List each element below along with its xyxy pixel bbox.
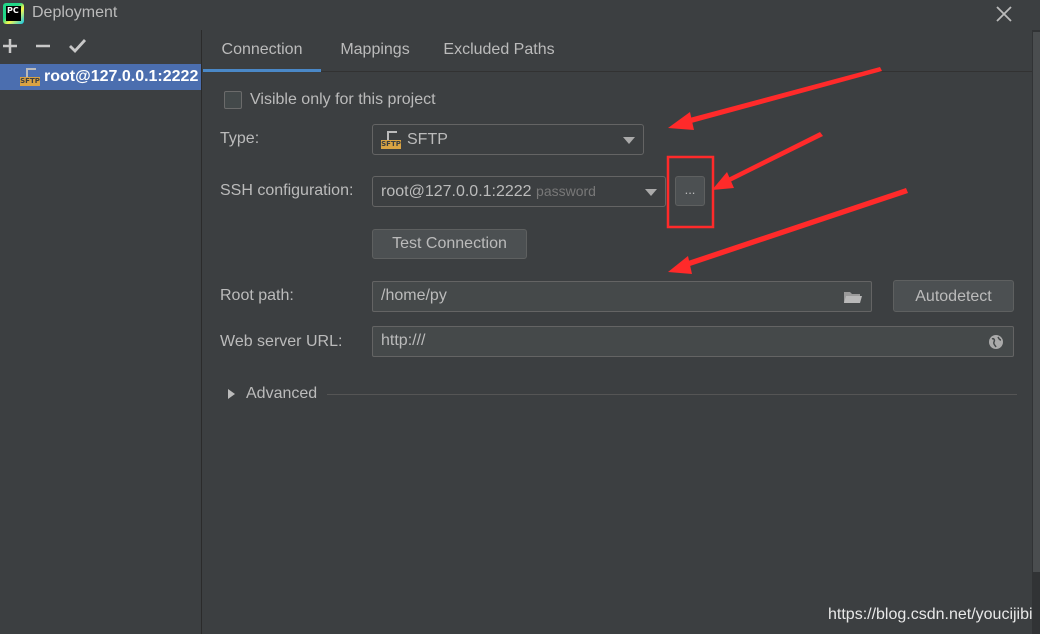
sftp-icon: SFTP — [381, 131, 401, 149]
advanced-section-label[interactable]: Advanced — [246, 385, 317, 403]
close-icon[interactable] — [992, 2, 1016, 26]
ssh-browse-button[interactable]: ... — [675, 176, 705, 206]
ssh-auth-hint: password — [536, 183, 596, 199]
title-bar: PC Deployment — [0, 0, 1040, 30]
add-icon[interactable] — [0, 36, 22, 56]
watermark: https://blog.csdn.net/youcijibi — [828, 606, 1033, 623]
connection-panel: Visible only for this project Type: SFTP… — [203, 72, 1040, 634]
visible-only-label: Visible only for this project — [250, 91, 436, 108]
web-server-url-value: http:/// — [381, 332, 426, 349]
tab-mappings[interactable]: Mappings — [327, 30, 423, 72]
ssh-configuration-label: SSH configuration: — [220, 182, 354, 199]
ssh-configuration-value: root@127.0.0.1:2222 — [381, 183, 532, 200]
test-connection-button[interactable]: Test Connection — [372, 229, 527, 259]
ssh-configuration-select[interactable]: root@127.0.0.1:2222 password — [372, 176, 666, 207]
type-value: SFTP — [407, 131, 448, 148]
sidebar-toolbar — [0, 30, 202, 62]
root-path-value: /home/py — [381, 287, 447, 304]
web-server-url-label: Web server URL: — [220, 333, 343, 350]
web-server-url-field[interactable]: http:/// — [372, 326, 1014, 357]
sftp-icon: SFTP — [20, 68, 40, 86]
chevron-down-icon — [623, 137, 635, 144]
scrollbar-thumb[interactable] — [1033, 32, 1040, 572]
root-path-field[interactable]: /home/py — [372, 281, 872, 312]
type-select[interactable]: SFTP SFTP — [372, 124, 644, 155]
sidebar-item-server[interactable]: SFTP root@127.0.0.1:2222 — [0, 64, 201, 90]
tab-bar: Connection Mappings Excluded Paths — [203, 30, 1040, 72]
type-label: Type: — [220, 130, 260, 147]
folder-icon[interactable] — [843, 289, 863, 305]
remove-icon[interactable] — [33, 36, 55, 56]
globe-icon[interactable] — [988, 334, 1004, 350]
advanced-divider — [327, 394, 1017, 395]
expand-arrow-icon[interactable] — [228, 389, 235, 399]
app-icon-text: PC — [6, 6, 21, 21]
window-title: Deployment — [32, 4, 118, 21]
check-icon[interactable] — [67, 36, 89, 56]
autodetect-button[interactable]: Autodetect — [893, 280, 1014, 312]
pycharm-app-icon: PC — [3, 3, 24, 24]
tab-connection[interactable]: Connection — [203, 30, 321, 72]
chevron-down-icon — [645, 189, 657, 196]
sidebar-item-label: root@127.0.0.1:2222 — [44, 68, 199, 85]
servers-sidebar: SFTP root@127.0.0.1:2222 — [0, 30, 202, 634]
tab-excluded-paths[interactable]: Excluded Paths — [435, 30, 563, 72]
visible-only-checkbox[interactable] — [224, 91, 242, 109]
root-path-label: Root path: — [220, 287, 294, 304]
